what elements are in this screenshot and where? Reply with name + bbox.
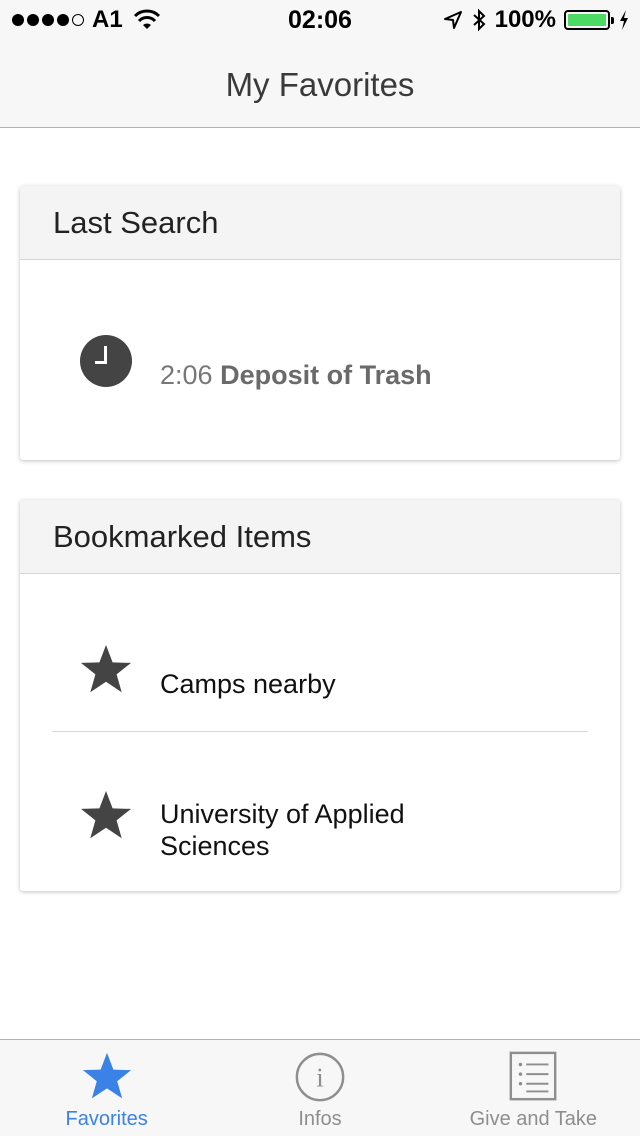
tab-label: Infos — [298, 1108, 342, 1130]
bookmarked-items-heading: Bookmarked Items — [53, 518, 312, 554]
clock-icon — [80, 335, 132, 387]
tab-bar: Favorites i Infos Give and Take — [0, 1039, 640, 1136]
status-right: 100% — [443, 6, 630, 33]
battery-percent: 100% — [494, 6, 556, 33]
last-search-item[interactable]: 2:06 Deposit of Trash — [20, 260, 620, 460]
tab-give-and-take[interactable]: Give and Take — [427, 1040, 640, 1136]
last-search-time: 2:06 — [160, 360, 213, 390]
star-icon — [81, 791, 131, 839]
battery-icon — [564, 10, 614, 30]
bookmark-item-university[interactable]: University of Applied Sciences — [20, 732, 620, 890]
bookmark-item-camps-nearby[interactable]: Camps nearby — [52, 574, 588, 732]
bookmarked-items-card: Bookmarked Items Camps nearby University… — [20, 500, 620, 891]
last-search-title: Deposit of Trash — [220, 360, 432, 390]
info-icon: i — [295, 1052, 345, 1102]
bluetooth-icon — [472, 8, 486, 32]
last-search-text: 2:06 Deposit of Trash — [160, 360, 432, 391]
star-icon — [82, 1052, 131, 1099]
tab-favorites[interactable]: Favorites — [0, 1040, 213, 1136]
star-icon — [81, 645, 131, 693]
svg-text:i: i — [316, 1063, 324, 1093]
location-arrow-icon — [443, 11, 462, 29]
tab-infos[interactable]: i Infos — [213, 1040, 426, 1136]
bookmark-label: University of Applied Sciences — [160, 799, 405, 861]
tab-label: Give and Take — [469, 1108, 598, 1130]
tab-label: Favorites — [65, 1108, 148, 1130]
page-title: My Favorites — [225, 66, 415, 103]
last-search-card: Last Search 2:06 Deposit of Trash — [20, 186, 620, 460]
list-icon — [509, 1051, 557, 1101]
bookmark-label: Camps nearby — [160, 669, 336, 699]
card-header: Bookmarked Items — [20, 500, 620, 574]
card-header: Last Search — [20, 186, 620, 260]
navigation-bar: My Favorites — [0, 40, 640, 128]
last-search-heading: Last Search — [53, 204, 219, 240]
charging-bolt-icon — [620, 10, 628, 30]
status-bar: A1 02:06 100% — [0, 0, 640, 40]
battery-level — [568, 14, 606, 26]
